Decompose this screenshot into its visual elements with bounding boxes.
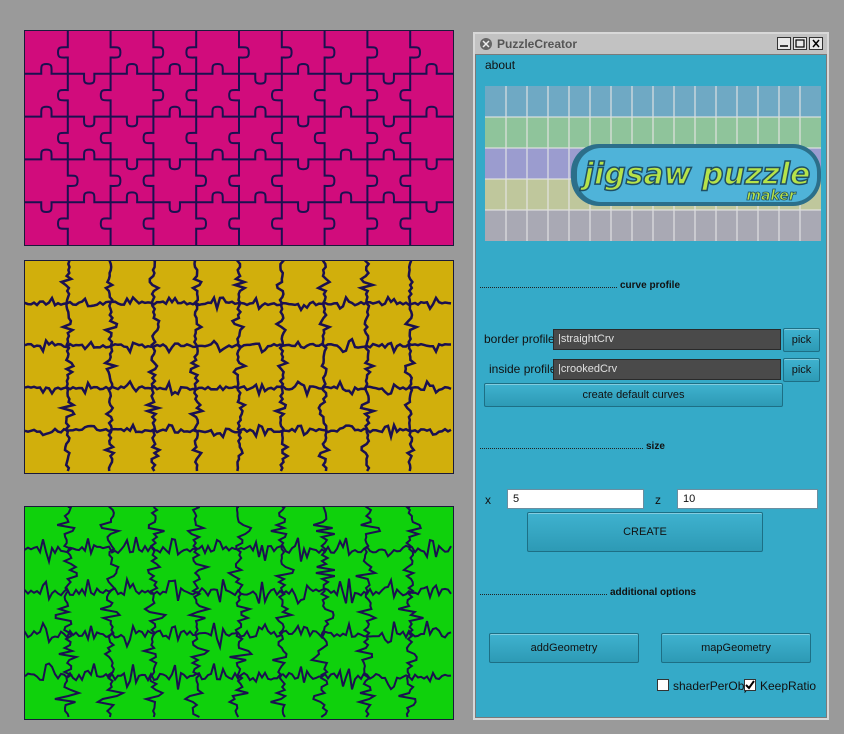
- size-x-label: x: [485, 493, 491, 507]
- jigsaw-logo-image: jigsaw puzzle maker: [485, 86, 821, 241]
- close-icon: [812, 39, 820, 48]
- section-additional-options: additional options: [480, 587, 819, 601]
- puzzle-cuts-green: [25, 507, 452, 718]
- create-button[interactable]: CREATE: [527, 512, 763, 552]
- border-profile-label: border profile: [484, 332, 555, 346]
- section-curve-profile: curve profile: [480, 280, 819, 294]
- puzzle-creator-window: PuzzleCreator about jigsaw puzzle maker …: [473, 32, 829, 720]
- size-x-input[interactable]: 5: [507, 489, 644, 509]
- maximize-button[interactable]: [793, 37, 807, 50]
- maximize-icon: [795, 39, 805, 48]
- app-icon: [480, 38, 492, 50]
- shader-per-obj-checkbox[interactable]: [657, 679, 669, 691]
- menu-about[interactable]: about: [485, 58, 515, 72]
- check-icon: [745, 680, 755, 690]
- create-default-curves-button[interactable]: create default curves: [484, 383, 783, 407]
- minimize-icon: [780, 45, 788, 47]
- size-z-input[interactable]: 10: [677, 489, 818, 509]
- section-size: size: [480, 441, 819, 455]
- title-bar[interactable]: PuzzleCreator: [475, 34, 827, 55]
- inside-profile-pick-button[interactable]: pick: [783, 358, 820, 382]
- keep-ratio-label: KeepRatio: [760, 679, 817, 693]
- puzzle-preview-yellow: [24, 260, 454, 474]
- puzzle-preview-magenta: [24, 30, 454, 246]
- border-profile-field[interactable]: |straightCrv: [553, 329, 781, 350]
- logo-subtitle: maker: [746, 188, 796, 204]
- close-button[interactable]: [809, 37, 823, 50]
- shader-per-obj-label: shaderPerObj: [673, 679, 748, 693]
- window-title: PuzzleCreator: [497, 37, 578, 51]
- map-geometry-button[interactable]: mapGeometry: [661, 633, 811, 663]
- puzzle-preview-green: [24, 506, 454, 720]
- border-profile-pick-button[interactable]: pick: [783, 328, 820, 352]
- add-geometry-button[interactable]: addGeometry: [489, 633, 639, 663]
- section-size-label: size: [646, 441, 665, 452]
- size-z-label: z: [655, 493, 661, 507]
- inside-profile-label: inside profile: [489, 362, 557, 376]
- puzzle-cuts-magenta: [25, 31, 453, 245]
- logo-title: jigsaw puzzle: [580, 157, 811, 192]
- keep-ratio-checkbox[interactable]: [744, 679, 756, 691]
- section-additional-options-label: additional options: [610, 587, 697, 598]
- puzzle-cuts-yellow: [25, 261, 452, 472]
- inside-profile-field[interactable]: |crookedCrv: [553, 359, 781, 380]
- section-curve-profile-label: curve profile: [620, 280, 681, 291]
- minimize-button[interactable]: [777, 37, 791, 50]
